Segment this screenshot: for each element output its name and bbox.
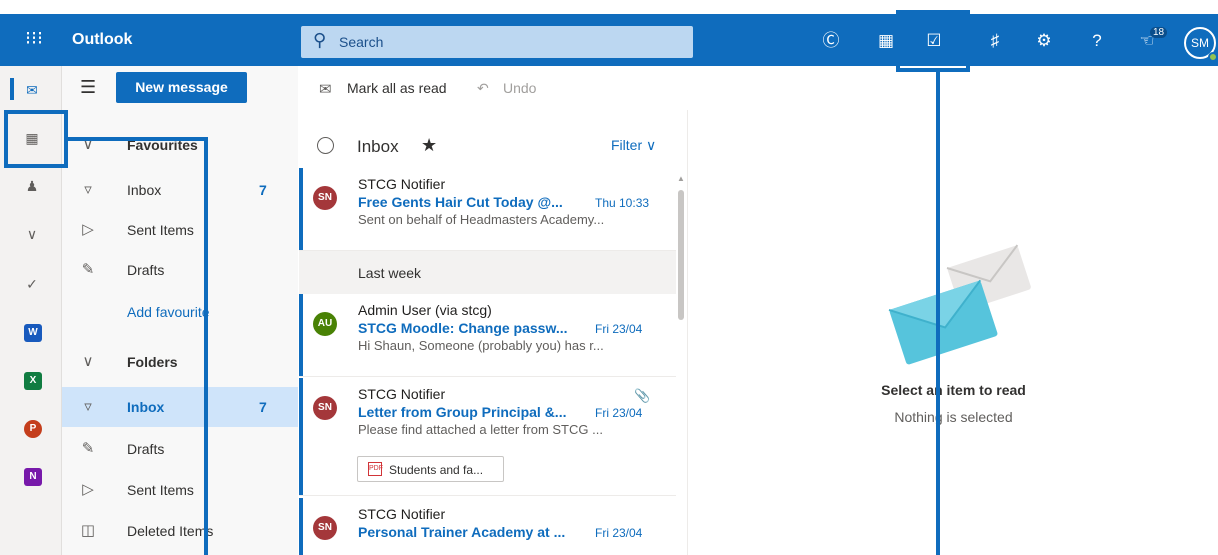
folders-header[interactable]: ∨ Folders: [62, 342, 298, 382]
undo-button[interactable]: Undo: [503, 80, 536, 96]
skype-icon[interactable]: Ⓒ: [817, 28, 845, 56]
top-bar: ⁝⁝⁝ Outlook ⚲ Search Ⓒ ▦ ☑ ♯ ⚙ ? ☜ 18 SM: [0, 14, 1218, 66]
pdf-file-icon: PDF: [368, 462, 383, 476]
onenote-icon[interactable]: N: [24, 468, 42, 486]
app-name[interactable]: Outlook: [72, 31, 132, 49]
unread-indicator: [299, 294, 303, 376]
section-header-last-week: Last week: [299, 251, 676, 294]
presence-status-icon: [1208, 52, 1218, 62]
folder-drafts[interactable]: ✎ Drafts: [62, 429, 298, 469]
message-item[interactable]: SN STCG Notifier Free Gents Hair Cut Tod…: [299, 168, 676, 251]
highlight-box-my-day: [896, 10, 970, 72]
scroll-up-arrow-icon[interactable]: ▲: [677, 174, 685, 183]
highlight-line-calendar-vertical: [204, 137, 208, 555]
filter-button[interactable]: Filter ∨: [611, 137, 656, 154]
search-icon: ⚲: [313, 30, 327, 50]
send-icon: ▷: [82, 221, 94, 238]
favourite-inbox[interactable]: ▿ Inbox 7: [62, 170, 298, 210]
envelopes-illustration-icon: [888, 244, 1031, 365]
mark-all-read-button[interactable]: Mark all as read: [347, 80, 447, 96]
favourite-drafts[interactable]: ✎ Drafts: [62, 250, 298, 290]
todo-icon[interactable]: ✓: [20, 272, 44, 296]
list-scrollbar[interactable]: ▲: [676, 170, 688, 555]
message-item[interactable]: SN STCG Notifier 📎 Letter from Group Pri…: [299, 378, 676, 496]
scrollbar-thumb[interactable]: [678, 190, 684, 320]
chevron-down-icon: ∨: [82, 353, 94, 370]
people-icon[interactable]: ♟: [20, 174, 44, 198]
folder-deleted-items[interactable]: ◫ Deleted Items: [62, 511, 298, 551]
undo-icon: ↶: [477, 80, 489, 96]
feedback-count-badge: 18: [1150, 27, 1168, 38]
bell-icon[interactable]: ♯: [981, 28, 1009, 56]
search-box[interactable]: ⚲ Search: [301, 26, 693, 58]
help-icon[interactable]: ?: [1083, 28, 1111, 56]
folder-inbox[interactable]: ▿ Inbox 7: [62, 387, 298, 427]
paperclip-icon: 📎: [634, 388, 651, 403]
message-item[interactable]: SN STCG Notifier Personal Trainer Academ…: [299, 498, 676, 555]
search-placeholder: Search: [339, 34, 384, 50]
sender-avatar: SN: [313, 186, 337, 210]
star-icon[interactable]: ★: [421, 135, 437, 156]
unread-indicator: [299, 378, 303, 495]
favourite-sent-items[interactable]: ▷ Sent Items: [62, 210, 298, 250]
app-launcher-icon[interactable]: ⁝⁝⁝: [18, 26, 50, 56]
favourites-header[interactable]: ∨ Favourites: [62, 125, 298, 165]
message-list: Inbox ★ Filter ∨ SN STCG Notifier Free G…: [299, 110, 688, 555]
sender-avatar: SN: [313, 396, 337, 420]
command-bar: ✉ Mark all as read ↶ Undo: [299, 66, 1218, 110]
sender-avatar: SN: [313, 516, 337, 540]
powerpoint-icon[interactable]: P: [24, 420, 42, 438]
select-all-checkbox[interactable]: [317, 137, 334, 154]
inbox-icon: ▿: [84, 398, 92, 415]
envelope-open-icon: ✉: [319, 81, 332, 98]
sender-avatar: AU: [313, 312, 337, 336]
hamburger-menu-icon[interactable]: ☰: [80, 77, 96, 98]
files-icon[interactable]: ∨: [20, 222, 44, 246]
inbox-icon: ▿: [84, 181, 92, 198]
attachment-chip[interactable]: PDF Students and fa...: [357, 456, 504, 482]
reading-pane: Select an item to read Nothing is select…: [689, 110, 1218, 555]
highlight-line-my-day: [936, 72, 940, 555]
list-header: Inbox ★ Filter ∨: [299, 110, 688, 170]
excel-icon[interactable]: X: [24, 372, 42, 390]
highlight-box-calendar: [4, 110, 68, 168]
active-app-indicator: [10, 78, 14, 100]
empty-reading-subtitle: Nothing is selected: [894, 409, 1013, 425]
unread-indicator: [299, 498, 303, 555]
highlight-line-calendar-horizontal: [64, 137, 208, 141]
pencil-icon: ✎: [81, 440, 95, 457]
unread-indicator: [299, 168, 303, 250]
folder-sent-items[interactable]: ▷ Sent Items: [62, 470, 298, 510]
trash-icon: ◫: [80, 522, 96, 539]
word-icon[interactable]: W: [24, 324, 42, 342]
gear-icon[interactable]: ⚙: [1030, 28, 1058, 56]
message-item[interactable]: AU Admin User (via stcg) STCG Moodle: Ch…: [299, 294, 676, 377]
new-message-button[interactable]: New message: [116, 72, 247, 103]
list-title: Inbox: [357, 137, 399, 156]
mail-icon[interactable]: ✉: [20, 78, 44, 102]
send-icon: ▷: [82, 481, 94, 498]
add-favourite-link[interactable]: Add favourite: [62, 292, 298, 332]
empty-reading-title: Select an item to read: [881, 382, 1026, 398]
pencil-icon: ✎: [81, 261, 95, 278]
